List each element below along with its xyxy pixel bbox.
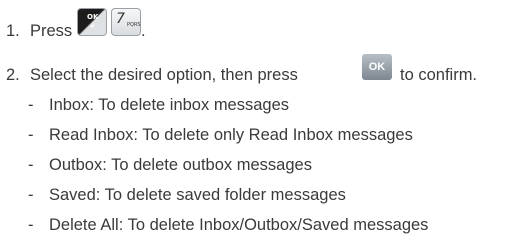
step-1-period: . — [141, 22, 146, 40]
step-number: 2. — [6, 66, 20, 84]
step-text: Press — [30, 22, 73, 40]
step-number: 1. — [6, 22, 20, 40]
seven-key-icon: 7 PQRS — [111, 8, 141, 36]
step-text-after: to confirm. — [400, 66, 478, 84]
ok-button-icon: OK — [362, 54, 392, 80]
ok-key-icon: OK # — [77, 8, 107, 36]
key-sequence: OK # 7 PQRS — [77, 8, 141, 36]
step-text: Select the desired option, then press — [30, 66, 298, 84]
